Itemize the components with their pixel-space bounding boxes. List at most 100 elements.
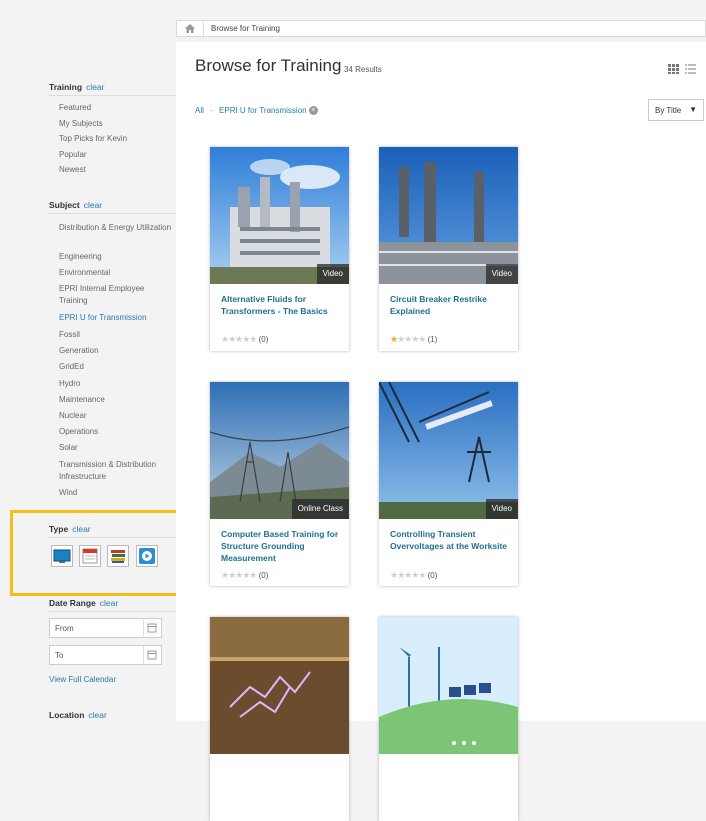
- location-heading: Location clear: [49, 710, 107, 720]
- rating-count: (0): [258, 571, 269, 580]
- card-thumbnail[interactable]: [210, 617, 349, 754]
- subject-item[interactable]: Fossil: [59, 329, 174, 341]
- breadcrumb-divider: [203, 21, 204, 36]
- card-rating: ★★★★★ (0): [221, 334, 268, 345]
- calendar-class-icon: [82, 548, 98, 564]
- card-type-badge: Video: [485, 264, 518, 284]
- view-full-calendar-link[interactable]: View Full Calendar: [49, 675, 116, 684]
- training-heading: Training clear: [49, 82, 105, 92]
- remove-filter-icon[interactable]: ×: [308, 106, 318, 116]
- card-type-badge: Video: [485, 499, 518, 519]
- subject-item[interactable]: Environmental: [59, 267, 174, 279]
- breadcrumb-current: Browse for Training: [211, 24, 280, 33]
- star-rating-icon: ★★★★★: [221, 570, 257, 580]
- date-range-heading: Date Range clear: [49, 598, 118, 608]
- training-item-my-subjects[interactable]: My Subjects: [59, 118, 174, 130]
- subject-item[interactable]: Nuclear: [59, 410, 174, 422]
- date-to-field[interactable]: To: [49, 645, 162, 665]
- rating-count: (0): [427, 571, 438, 580]
- type-video-button[interactable]: [136, 545, 158, 567]
- subject-item[interactable]: Distribution & Energy Utilization: [59, 222, 174, 234]
- subject-item-active[interactable]: EPRI U for Transmission: [59, 312, 174, 324]
- location-clear-link[interactable]: clear: [88, 710, 106, 720]
- chevron-down-icon: ▼: [689, 105, 697, 114]
- divider: [49, 537, 176, 538]
- list-view-icon[interactable]: [685, 64, 696, 74]
- results-count: 34 Results: [344, 65, 382, 74]
- card-thumbnail[interactable]: [379, 617, 518, 754]
- subject-item[interactable]: Solar: [59, 442, 174, 454]
- date-from-placeholder: From: [55, 624, 74, 633]
- training-item-featured[interactable]: Featured: [59, 102, 174, 114]
- divider: [49, 95, 176, 96]
- divider: [49, 213, 176, 214]
- training-item-newest[interactable]: Newest: [59, 164, 174, 176]
- subject-item[interactable]: Wind: [59, 487, 174, 499]
- subject-item[interactable]: Transmission & Distribution Infrastructu…: [59, 459, 174, 483]
- card-type-badge: Video: [316, 264, 349, 284]
- main-content: Browse for Training 34 Results All - EPR…: [176, 42, 706, 821]
- card-thumbnail[interactable]: Video: [379, 382, 518, 519]
- training-item-top-picks[interactable]: Top Picks for Kevin: [59, 133, 174, 145]
- card-rating: ★★★★★ (0): [221, 570, 268, 581]
- training-card[interactable]: [210, 617, 349, 821]
- card-thumbnail[interactable]: Video: [210, 147, 349, 284]
- type-course-button[interactable]: [107, 545, 129, 567]
- filter-all-link[interactable]: All: [195, 106, 204, 115]
- training-card[interactable]: Online Class Computer Based Training for…: [210, 382, 349, 586]
- card-title[interactable]: Controlling Transient Overvoltages at th…: [390, 528, 510, 552]
- grid-view-icon[interactable]: [668, 64, 679, 74]
- date-to-placeholder: To: [55, 651, 64, 660]
- training-card[interactable]: Video Controlling Transient Overvoltages…: [379, 382, 518, 586]
- training-card[interactable]: [379, 617, 518, 821]
- training-title: Training: [49, 82, 83, 92]
- card-thumbnail[interactable]: Online Class: [210, 382, 349, 519]
- breadcrumb: Browse for Training: [176, 20, 706, 37]
- card-title[interactable]: Alternative Fluids for Transformers - Th…: [221, 293, 341, 317]
- card-title[interactable]: Computer Based Training for Structure Gr…: [221, 528, 341, 564]
- calendar-icon[interactable]: [143, 646, 161, 664]
- star-rating-icon: ★★★★★: [221, 334, 257, 344]
- sort-selected-value: By Title: [655, 106, 682, 115]
- card-rating: ★★★★★ (0): [390, 570, 437, 581]
- subject-item[interactable]: Engineering: [59, 251, 174, 263]
- star-rating-icon: ★★★★★: [390, 570, 426, 580]
- type-heading: Type clear: [49, 524, 91, 534]
- card-thumbnail[interactable]: Video: [379, 147, 518, 284]
- subject-item[interactable]: Operations: [59, 426, 174, 438]
- location-title: Location: [49, 710, 85, 720]
- type-clear-link[interactable]: clear: [72, 524, 90, 534]
- video-play-icon: [139, 548, 155, 564]
- sort-dropdown[interactable]: By Title ▼: [648, 99, 704, 121]
- type-online-class-button[interactable]: [51, 545, 73, 567]
- training-item-popular[interactable]: Popular: [59, 149, 174, 161]
- type-classroom-button[interactable]: [79, 545, 101, 567]
- training-clear-link[interactable]: clear: [86, 82, 104, 92]
- home-icon[interactable]: [185, 24, 195, 33]
- subject-item[interactable]: Maintenance: [59, 394, 174, 406]
- date-from-field[interactable]: From: [49, 618, 162, 638]
- subject-item[interactable]: EPRI Internal Employee Training: [59, 283, 174, 307]
- subject-item[interactable]: Generation: [59, 345, 174, 357]
- filter-chip-label: EPRI U for Transmission: [219, 106, 307, 115]
- subject-heading: Subject clear: [49, 200, 102, 210]
- divider: [49, 611, 176, 612]
- card-rating: ★★★★★ (1): [390, 334, 437, 345]
- type-title: Type: [49, 524, 69, 534]
- date-range-title: Date Range: [49, 598, 96, 608]
- card-title[interactable]: Circuit Breaker Restrike Explained: [390, 293, 510, 317]
- date-range-clear-link[interactable]: clear: [100, 598, 118, 608]
- subject-item[interactable]: Hydro: [59, 378, 174, 390]
- filter-separator: -: [210, 106, 213, 115]
- active-filters: All - EPRI U for Transmission ×: [195, 106, 318, 116]
- card-type-badge: Online Class: [291, 499, 349, 519]
- training-card[interactable]: Video Alternative Fluids for Transformer…: [210, 147, 349, 351]
- subject-clear-link[interactable]: clear: [84, 200, 102, 210]
- books-icon: [111, 550, 125, 563]
- subject-item[interactable]: GridEd: [59, 361, 174, 373]
- subject-title: Subject: [49, 200, 80, 210]
- rating-count: (1): [427, 335, 438, 344]
- calendar-icon[interactable]: [143, 619, 161, 637]
- rating-count: (0): [258, 335, 269, 344]
- training-card[interactable]: Video Circuit Breaker Restrike Explained…: [379, 147, 518, 351]
